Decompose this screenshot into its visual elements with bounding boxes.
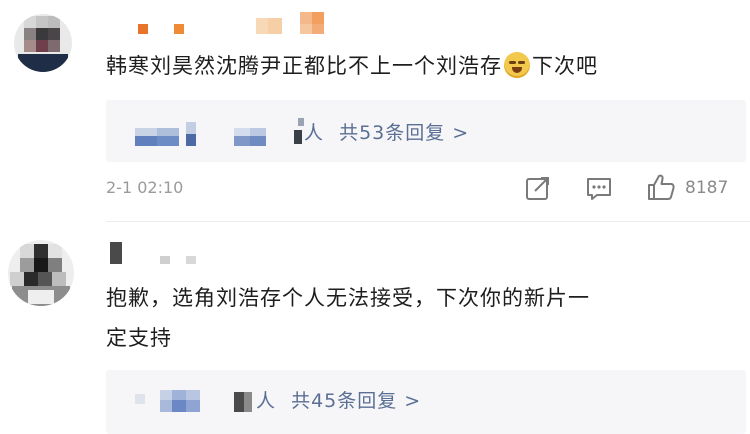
divider bbox=[106, 221, 750, 222]
reply-summary-link[interactable]: 人 共45条回复 > bbox=[256, 386, 421, 413]
reply-suffix: 人 bbox=[304, 122, 325, 144]
username-blurred bbox=[174, 24, 184, 34]
comment-text-line: 抱歉，选角刘浩存个人无法接受，下次你的新片一 bbox=[106, 286, 590, 310]
comment-icon[interactable] bbox=[585, 175, 613, 203]
reply-suffix: 人 bbox=[256, 390, 277, 412]
share-icon[interactable] bbox=[524, 174, 552, 202]
username-blurred bbox=[160, 256, 170, 264]
reply-author-blurred bbox=[135, 394, 145, 404]
reply-author-blurred bbox=[234, 392, 252, 412]
username-blurred bbox=[186, 256, 196, 264]
avatar[interactable] bbox=[8, 240, 74, 306]
reply-author-blurred bbox=[160, 400, 200, 412]
laughing-tears-emoji-icon bbox=[504, 52, 530, 78]
comment-text-part: 下次吧 bbox=[532, 54, 598, 78]
reply-author-blurred bbox=[294, 130, 302, 144]
comment-text-part: 韩寒刘昊然沈腾尹正都比不上一个刘浩存 bbox=[106, 54, 502, 78]
reply-count: 共53条回复 > bbox=[339, 122, 470, 144]
reply-author-blurred bbox=[234, 128, 266, 136]
comment-text: 抱歉，选角刘浩存个人无法接受，下次你的新片一 定支持 bbox=[106, 280, 590, 356]
reply-author-blurred bbox=[234, 136, 266, 146]
reply-author-blurred bbox=[186, 122, 196, 134]
comment-text: 韩寒刘昊然沈腾尹正都比不上一个刘浩存 下次吧 bbox=[106, 48, 598, 84]
reply-author-blurred bbox=[160, 390, 200, 400]
thumbs-up-icon[interactable] bbox=[646, 172, 676, 202]
username-blurred[interactable] bbox=[138, 24, 148, 34]
reply-author-blurred bbox=[186, 134, 196, 146]
username-blurred bbox=[256, 18, 282, 34]
avatar[interactable] bbox=[14, 14, 72, 72]
timestamp: 2-1 02:10 bbox=[106, 178, 184, 197]
username-blurred bbox=[300, 12, 324, 24]
reply-count: 共45条回复 > bbox=[291, 390, 422, 412]
reply-summary-link[interactable]: 人 共53条回复 > bbox=[304, 118, 469, 145]
like-count: 8187 bbox=[685, 178, 729, 198]
username-blurred[interactable] bbox=[110, 242, 122, 264]
comment-text-line: 定支持 bbox=[106, 326, 172, 350]
reply-author-blurred bbox=[135, 128, 179, 136]
username-blurred bbox=[300, 24, 324, 34]
reply-author-blurred bbox=[135, 136, 179, 146]
reply-preview[interactable] bbox=[106, 370, 746, 434]
